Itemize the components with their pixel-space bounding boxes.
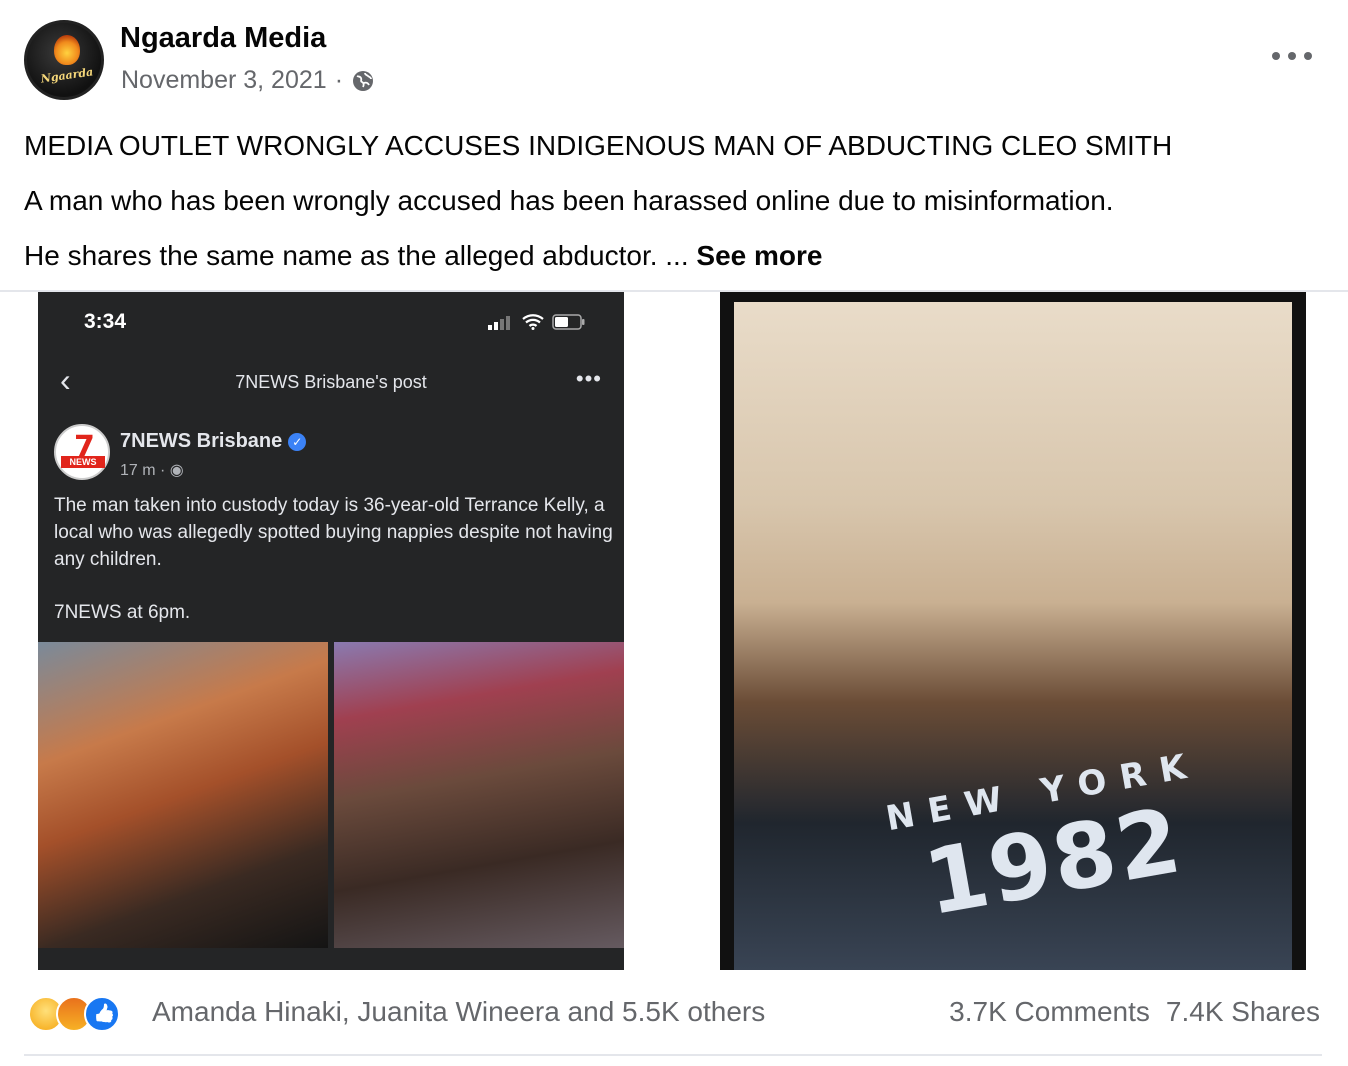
news-post-body: The man taken into custody today is 36-y… <box>54 495 613 570</box>
post-date[interactable]: November 3, 2021 <box>121 66 327 95</box>
photo-man-cap <box>334 642 624 948</box>
news-screenshot-image[interactable]: 3:34 ‹ 7NEWS Brisbane's post ••• 7 NEWS … <box>38 292 624 970</box>
screenshot-bottom-bar <box>38 948 624 970</box>
news-time-text: 17 m · <box>120 462 166 479</box>
post-headline: MEDIA OUTLET WRONGLY ACCUSES INDIGENOUS … <box>24 130 1173 161</box>
comments-count[interactable]: 3.7K Comments <box>949 996 1150 1028</box>
post-header: Ngaarda Ngaarda Media November 3, 2021 · <box>24 20 1324 104</box>
photo-man-hoodie <box>38 642 328 948</box>
post-line-2-text: He shares the same name as the alleged a… <box>24 240 689 271</box>
flame-logo-icon <box>54 35 80 65</box>
shares-count[interactable]: 7.4K Shares <box>1166 996 1320 1028</box>
reactions-names[interactable]: Amanda Hinaki, Juanita Wineera and 5.5K … <box>152 996 765 1028</box>
verified-badge-icon: ✓ <box>288 432 307 451</box>
engagement-counts: 3.7K Comments 7.4K Shares <box>949 996 1320 1028</box>
tshirt-print: NEW YORK 1982 <box>883 745 1203 937</box>
logo-text: NEWS <box>61 456 105 468</box>
like-reaction-icon <box>84 996 120 1032</box>
news-name-text: 7NEWS Brisbane <box>120 430 283 452</box>
post-line-2: He shares the same name as the alleged a… <box>24 228 1314 283</box>
man-selfie-image[interactable]: NEW YORK 1982 <box>720 292 1306 970</box>
phone-time: 3:34 <box>84 310 127 333</box>
screenshot-nav-bar: ‹ 7NEWS Brisbane's post ••• <box>38 358 624 398</box>
news-post-footer: 7NEWS at 6pm. <box>54 602 191 623</box>
reactions-bar: Amanda Hinaki, Juanita Wineera and 5.5K … <box>24 970 1322 1056</box>
post-line-1: A man who has been wrongly accused has b… <box>24 185 1114 216</box>
phone-status-bar: 3:34 <box>38 292 624 352</box>
selfie-photo: NEW YORK 1982 <box>734 302 1292 970</box>
globe-icon[interactable] <box>351 69 375 93</box>
screenshot-nav-title: 7NEWS Brisbane's post <box>235 372 427 392</box>
reaction-icons[interactable] <box>28 996 120 1032</box>
more-options-icon[interactable] <box>1272 44 1312 68</box>
avatar-logo-text: Ngaarda <box>40 65 94 86</box>
meta-separator: · <box>334 66 344 94</box>
see-more-link[interactable]: See more <box>696 240 822 271</box>
post-media: 3:34 ‹ 7NEWS Brisbane's post ••• 7 NEWS … <box>0 290 1348 970</box>
screenshot-more-icon: ••• <box>575 366 602 391</box>
post-text: MEDIA OUTLET WRONGLY ACCUSES INDIGENOUS … <box>24 118 1314 283</box>
post-meta: November 3, 2021 · <box>121 66 375 95</box>
news-post-time: 17 m · ◉ <box>120 462 184 479</box>
page-name[interactable]: Ngaarda Media <box>120 22 326 55</box>
page-avatar[interactable]: Ngaarda <box>24 20 104 100</box>
signal-wifi-battery-icon <box>488 314 586 330</box>
7news-logo: 7 NEWS <box>54 424 110 480</box>
news-page-name: 7NEWS Brisbane ✓ <box>120 430 307 453</box>
